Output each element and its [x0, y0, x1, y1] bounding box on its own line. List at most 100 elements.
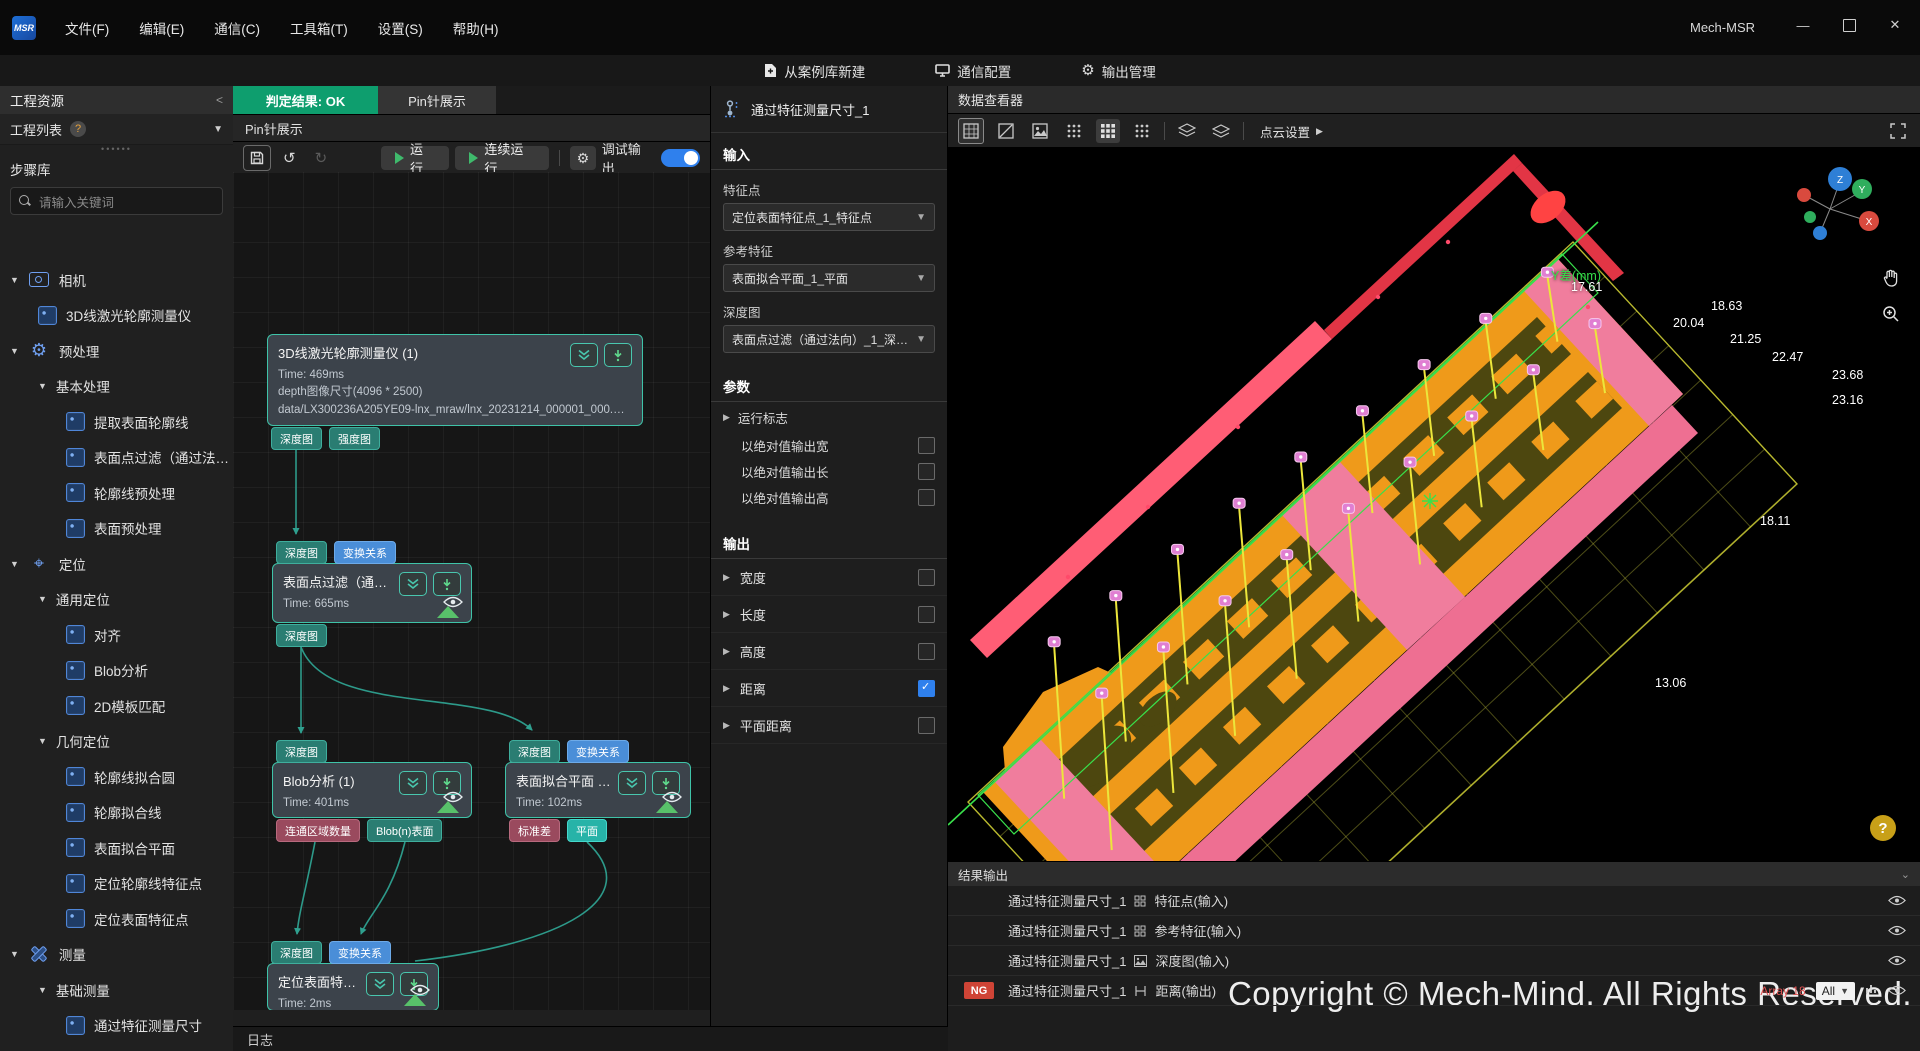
abs-width-checkbox[interactable] [918, 436, 935, 454]
visibility-icon[interactable] [404, 984, 430, 1008]
output-management-button[interactable]: ⚙ 输出管理 [1081, 61, 1155, 81]
output-length-row[interactable]: ▶ 长度 [711, 596, 947, 633]
new-from-case-button[interactable]: 从案例库新建 [764, 61, 865, 81]
help-badge-icon[interactable]: ? [70, 121, 87, 137]
tree-item[interactable]: 表面预处理 [0, 511, 233, 547]
result-row[interactable]: 通过特征测量尺寸_1 参考特征(输入) [948, 916, 1920, 946]
caret-down-icon[interactable]: ▼ [10, 949, 19, 959]
run-button[interactable]: 运行 [381, 142, 450, 176]
port-标准差[interactable]: 标准差 [509, 819, 560, 842]
log-bar[interactable]: 日志 [233, 1026, 948, 1051]
visibility-icon[interactable] [437, 596, 463, 620]
port-深度图[interactable]: 深度图 [271, 941, 322, 964]
pointcloud-settings-button[interactable]: 点云设置 ▶ [1260, 122, 1323, 141]
length-checkbox[interactable] [918, 605, 935, 623]
menu-communication[interactable]: 通信(C) [199, 18, 275, 38]
reference-feature-select[interactable]: 表面拟合平面_1_平面 ▼ [723, 264, 935, 292]
dot-grid2-icon[interactable] [1130, 119, 1154, 143]
no-image-icon[interactable] [994, 119, 1018, 143]
caret-down-icon[interactable]: ▼ [10, 275, 19, 285]
tree-item[interactable]: ▼ 基础测量 [0, 972, 233, 1008]
view-mode-icon[interactable] [958, 118, 984, 144]
result-row[interactable]: 通过特征测量尺寸_1 深度图(输入) [948, 946, 1920, 976]
tree-item[interactable]: 轮廓线拟合圆 [0, 759, 233, 795]
menu-edit[interactable]: 编辑(E) [124, 18, 199, 38]
tree-item[interactable]: ▼ ⚙ 预处理 [0, 333, 233, 369]
communication-config-button[interactable]: 通信配置 [935, 61, 1011, 81]
tree-item[interactable]: 表面拟合平面 [0, 830, 233, 866]
filter-select[interactable]: All ▼ [1815, 981, 1855, 1000]
abs-length-checkbox[interactable] [918, 462, 935, 480]
chevron-down-icon[interactable]: ▼ [213, 124, 223, 135]
caret-down-icon[interactable]: ▼ [10, 559, 19, 569]
port-深度图[interactable]: 深度图 [271, 427, 322, 450]
tab-pin-display[interactable]: Pin针展示 [378, 86, 496, 114]
port-Blob(n)表面[interactable]: Blob(n)表面 [367, 819, 443, 842]
port-深度图[interactable]: 深度图 [509, 740, 560, 763]
result-row[interactable]: 通过特征测量尺寸_1 特征点(输入) [948, 886, 1920, 916]
node-graph-canvas[interactable]: 3D线激光轮廓测量仪 (1) Time: 469ms depth图像尺寸(4096 … [233, 172, 710, 1010]
pan-hand-tool[interactable] [1878, 265, 1904, 291]
minimize-button[interactable]: — [1786, 10, 1820, 40]
tree-item[interactable]: ▼ 相机 [0, 262, 233, 298]
eye-icon[interactable] [1888, 985, 1906, 996]
panel-resize-handle[interactable]: •••••• [0, 144, 233, 154]
output-plane-distance-row[interactable]: ▶ 平面距离 [711, 707, 947, 744]
zoom-tool[interactable] [1878, 301, 1904, 327]
run-flag-row[interactable]: ▶ 运行标志 [711, 402, 947, 432]
graph-node[interactable]: 表面点过滤（通过法向）(1) Time: 665ms [272, 563, 472, 623]
output-width-row[interactable]: ▶ 宽度 [711, 559, 947, 596]
port-强度图[interactable]: 强度图 [329, 427, 380, 450]
pointcloud-scene[interactable]: Y差(mm) 17.61 18.63 20.04 21.25 22.47 23.68 23.1… [948, 147, 1920, 861]
height-checkbox[interactable] [918, 642, 935, 660]
tab-judge-result[interactable]: 判定结果: OK [233, 86, 378, 114]
tree-item[interactable]: 3D线激光轮廓测量仪 [0, 298, 233, 334]
result-row[interactable]: NG 通过特征测量尺寸_1 距离(输出) Array 18 All ▼ [948, 976, 1920, 1006]
caret-down-icon[interactable]: ▼ [38, 985, 47, 995]
visibility-icon[interactable] [656, 791, 682, 815]
debug-output-toggle[interactable] [660, 149, 700, 167]
tree-item[interactable]: ▼ ⌖ 定位 [0, 546, 233, 582]
graph-node[interactable]: 表面拟合平面 (1) Time: 102ms [505, 762, 691, 818]
tree-item[interactable]: 定位轮廓线特征点 [0, 866, 233, 902]
axis-gizmo[interactable]: Z Y X [1796, 165, 1892, 249]
pin-output-button[interactable] [604, 343, 632, 367]
tree-item[interactable]: ▼ 通用定位 [0, 582, 233, 618]
tree-item[interactable]: 通过轮廓线特征测量 [0, 1043, 233, 1051]
plane-distance-checkbox[interactable] [918, 716, 935, 734]
collapse-node-button[interactable] [366, 972, 394, 996]
redo-button[interactable]: ↻ [308, 146, 334, 170]
distance-checkbox[interactable] [918, 679, 935, 697]
output-height-row[interactable]: ▶ 高度 [711, 633, 947, 670]
port-变换关系[interactable]: 变换关系 [567, 740, 629, 763]
graph-node[interactable]: 定位表面特征点 (1)Time: 2ms [267, 963, 439, 1010]
collapse-node-button[interactable] [399, 572, 427, 596]
dot-grid-icon[interactable] [1062, 119, 1086, 143]
tree-item[interactable]: 轮廓拟合线 [0, 795, 233, 831]
tree-item[interactable]: 表面点过滤（通过法向） [0, 440, 233, 476]
search-input[interactable]: 请输入关键词 [10, 187, 223, 215]
eye-icon[interactable] [1888, 955, 1906, 966]
pin-output-button[interactable] [433, 572, 461, 596]
layers2-icon[interactable] [1209, 119, 1233, 143]
save-button[interactable] [243, 145, 271, 171]
maximize-button[interactable] [1832, 10, 1866, 40]
project-list-row[interactable]: 工程列表 ? ▼ [0, 114, 233, 145]
caret-down-icon[interactable]: ▼ [38, 381, 47, 391]
collapse-node-button[interactable] [399, 771, 427, 795]
width-checkbox[interactable] [918, 568, 935, 586]
caret-down-icon[interactable]: ▼ [10, 346, 19, 356]
chevron-down-icon[interactable]: ⌄ [1901, 868, 1910, 881]
port-连通区域数量[interactable]: 连通区域数量 [276, 819, 360, 842]
graph-node[interactable]: Blob分析 (1) Time: 401ms [272, 762, 472, 818]
port-深度图[interactable]: 深度图 [276, 541, 327, 564]
result-output-header[interactable]: 结果输出 ⌄ [948, 862, 1920, 886]
port-深度图[interactable]: 深度图 [276, 740, 327, 763]
menu-toolbox[interactable]: 工具箱(T) [275, 18, 363, 38]
tree-item[interactable]: ▼ 几何定位 [0, 724, 233, 760]
square-grid-icon[interactable] [1096, 119, 1120, 143]
menu-help[interactable]: 帮助(H) [438, 18, 514, 38]
tree-item[interactable]: ▼ 基本处理 [0, 369, 233, 405]
eye-icon[interactable] [1888, 895, 1906, 906]
eye-icon[interactable] [1888, 925, 1906, 936]
